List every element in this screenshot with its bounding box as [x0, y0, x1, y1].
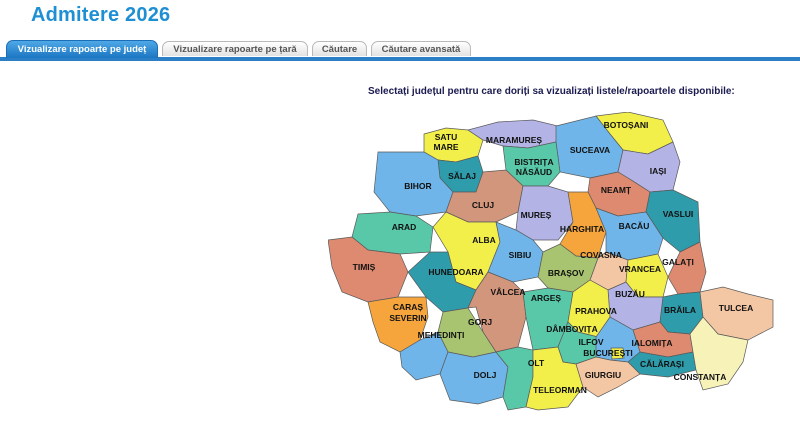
label-brasov: BRAȘOV	[548, 268, 585, 278]
label-satu-mare: SATU	[435, 132, 458, 142]
label-bistrita-2: NĂSĂUD	[516, 167, 552, 177]
map-instruction: Selectați județul pentru care doriți sa …	[368, 86, 735, 97]
label-vaslui: VASLUI	[663, 209, 694, 219]
label-caras-2: SEVERIN	[389, 313, 426, 323]
page-title: Admitere 2026	[31, 4, 171, 26]
label-ilfov: ILFOV	[578, 337, 603, 347]
label-calarasi: CĂLĂRAȘI	[640, 359, 684, 369]
label-bihor: BIHOR	[404, 181, 431, 191]
label-tulcea: TULCEA	[719, 303, 753, 313]
label-covasna: COVASNA	[580, 250, 622, 260]
label-sibiu: SIBIU	[509, 250, 532, 260]
label-salaj: SĂLAJ	[448, 171, 476, 181]
label-prahova: PRAHOVA	[575, 306, 617, 316]
label-maramures: MARAMUREȘ	[486, 135, 543, 145]
county-galati[interactable]	[667, 241, 707, 295]
label-mehedinti: MEHEDINȚI	[418, 330, 465, 340]
label-teleorman: TELEORMAN	[533, 385, 587, 395]
label-bucuresti: BUCUREȘTI	[583, 348, 633, 358]
label-olt: OLT	[528, 358, 545, 368]
label-dambovita: DÂMBOVIȚA	[546, 323, 597, 334]
label-mures: MUREȘ	[521, 210, 552, 220]
tab-rapoarte-judet[interactable]: Vizualizare rapoarte pe județ	[6, 40, 158, 58]
label-alba: ALBA	[472, 235, 496, 245]
label-botosani: BOTOȘANI	[604, 120, 649, 130]
label-giurgiu: GIURGIU	[585, 370, 621, 380]
label-cluj: CLUJ	[472, 200, 494, 210]
label-caras: CARAȘ	[393, 302, 424, 312]
tab-cautare-avansata[interactable]: Căutare avansată	[371, 41, 471, 56]
label-galati: GALAȚI	[662, 257, 694, 267]
label-ialomita: IALOMIȚA	[631, 338, 672, 348]
label-arad: ARAD	[392, 222, 417, 232]
label-buzau: BUZĂU	[615, 289, 645, 299]
label-dolj: DOLJ	[474, 370, 497, 380]
label-braila: BRĂILA	[664, 305, 696, 315]
label-gorj: GORJ	[468, 317, 492, 327]
label-bacau: BACĂU	[619, 221, 650, 231]
label-satu-mare-2: MARE	[433, 142, 458, 152]
tab-rapoarte-tara[interactable]: Vizualizare rapoarte pe țară	[162, 41, 308, 56]
label-timis: TIMIȘ	[353, 262, 376, 272]
label-vrancea: VRANCEA	[619, 264, 661, 274]
label-neamt: NEAMȚ	[601, 185, 632, 195]
romania-county-map: SATU MARE MARAMUREȘ BOTOȘANI BISTRIȚA NĂ…	[328, 112, 774, 411]
label-iasi: IAȘI	[650, 166, 667, 176]
label-hunedoara: HUNEDOARA	[428, 267, 483, 277]
label-suceava: SUCEAVA	[570, 145, 610, 155]
label-bistrita: BISTRIȚA	[514, 157, 553, 167]
label-arges: ARGEȘ	[531, 293, 562, 303]
label-valcea: VÂLCEA	[491, 286, 526, 297]
label-harghita: HARGHITA	[560, 224, 604, 234]
tab-cautare[interactable]: Căutare	[312, 41, 367, 56]
label-constanta: CONSTANȚA	[674, 372, 727, 382]
